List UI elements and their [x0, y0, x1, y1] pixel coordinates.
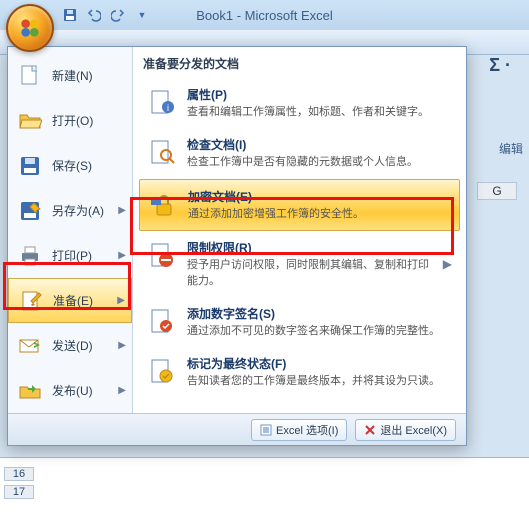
window-title: Book1 - Microsoft Excel: [196, 8, 333, 23]
menu-item-send[interactable]: 发送(D) ▶: [8, 323, 132, 368]
qat-customize-button[interactable]: ▼: [132, 5, 152, 25]
chevron-right-icon: ▶: [118, 340, 126, 351]
save-icon: [16, 152, 44, 180]
open-icon: [16, 107, 44, 135]
qat-save-button[interactable]: [60, 5, 80, 25]
prepare-item-restrict[interactable]: 限制权限(R)授予用户访问权限，同时限制其编辑、复制和打印能力。 ▶: [143, 231, 456, 297]
menu-item-open[interactable]: 打开(O): [8, 98, 132, 143]
saveas-icon: [16, 197, 44, 225]
send-icon: [16, 332, 44, 360]
office-menu: 新建(N) 打开(O) 保存(S) 另存为(A) ▶ 打印(P) ▶: [7, 46, 467, 446]
menu-item-save[interactable]: 保存(S): [8, 143, 132, 188]
autosum-button[interactable]: Σ ·: [489, 55, 511, 76]
ribbon-group-edit: 编辑: [499, 140, 523, 157]
publish-icon: [16, 377, 44, 405]
office-menu-right: 准备要分发的文档 i 属性(P)查看和编辑工作簿属性，如标题、作者和关键字。 检…: [133, 47, 466, 413]
properties-icon: i: [147, 88, 177, 118]
prepare-item-properties[interactable]: i 属性(P)查看和编辑工作簿属性，如标题、作者和关键字。: [143, 78, 456, 128]
menu-item-new[interactable]: 新建(N): [8, 53, 132, 98]
menu-item-publish[interactable]: 发布(U) ▶: [8, 368, 132, 413]
column-header-g[interactable]: G: [477, 182, 517, 200]
prepare-item-encrypt[interactable]: 加密文档(E)通过添加加密增强工作簿的安全性。: [139, 179, 460, 231]
redo-icon: [111, 8, 125, 22]
chevron-right-icon: ▶: [443, 257, 452, 271]
office-menu-footer: Excel 选项(I) 退出 Excel(X): [8, 413, 466, 445]
lock-icon: [148, 190, 178, 220]
worksheet-grid[interactable]: 16 17: [0, 457, 529, 517]
restrict-icon: [147, 241, 177, 271]
row-header-17[interactable]: 17: [4, 485, 34, 499]
chevron-down-icon: ▼: [138, 10, 147, 20]
menu-item-saveas[interactable]: 另存为(A) ▶: [8, 188, 132, 233]
prepare-item-inspect[interactable]: 检查文档(I)检查工作簿中是否有隐藏的元数据或个人信息。: [143, 128, 456, 178]
chevron-right-icon: ▶: [118, 385, 126, 396]
menu-item-prepare[interactable]: 准备(E) ▶: [8, 278, 132, 323]
svg-text:i: i: [167, 103, 169, 113]
exit-excel-button[interactable]: 退出 Excel(X): [355, 419, 456, 441]
inspect-icon: [147, 138, 177, 168]
qat-undo-button[interactable]: [84, 5, 104, 25]
chevron-right-icon: ▶: [118, 205, 126, 216]
undo-icon: [87, 8, 101, 22]
final-icon: [147, 357, 177, 387]
prepare-icon: [17, 287, 45, 315]
chevron-right-icon: ▶: [117, 295, 125, 306]
prepare-heading: 准备要分发的文档: [143, 55, 456, 72]
new-icon: [16, 62, 44, 90]
title-bar: ▼ Book1 - Microsoft Excel: [0, 0, 529, 30]
prepare-item-signature[interactable]: 添加数字签名(S)通过添加不可见的数字签名来确保工作簿的完整性。: [143, 297, 456, 347]
signature-icon: [147, 307, 177, 337]
qat-redo-button[interactable]: [108, 5, 128, 25]
print-icon: [16, 242, 44, 270]
save-icon: [63, 8, 77, 22]
office-button[interactable]: [6, 4, 54, 52]
prepare-item-final[interactable]: 标记为最终状态(F)告知读者您的工作簿是最终版本，并将其设为只读。: [143, 347, 456, 397]
office-logo-icon: [17, 15, 43, 41]
chevron-right-icon: ▶: [118, 250, 126, 261]
exit-icon: [364, 424, 376, 436]
quick-access-toolbar: ▼: [60, 5, 152, 25]
office-menu-left: 新建(N) 打开(O) 保存(S) 另存为(A) ▶ 打印(P) ▶: [8, 47, 133, 413]
options-icon: [260, 424, 272, 436]
row-header-16[interactable]: 16: [4, 467, 34, 481]
excel-options-button[interactable]: Excel 选项(I): [251, 419, 347, 441]
menu-item-print[interactable]: 打印(P) ▶: [8, 233, 132, 278]
